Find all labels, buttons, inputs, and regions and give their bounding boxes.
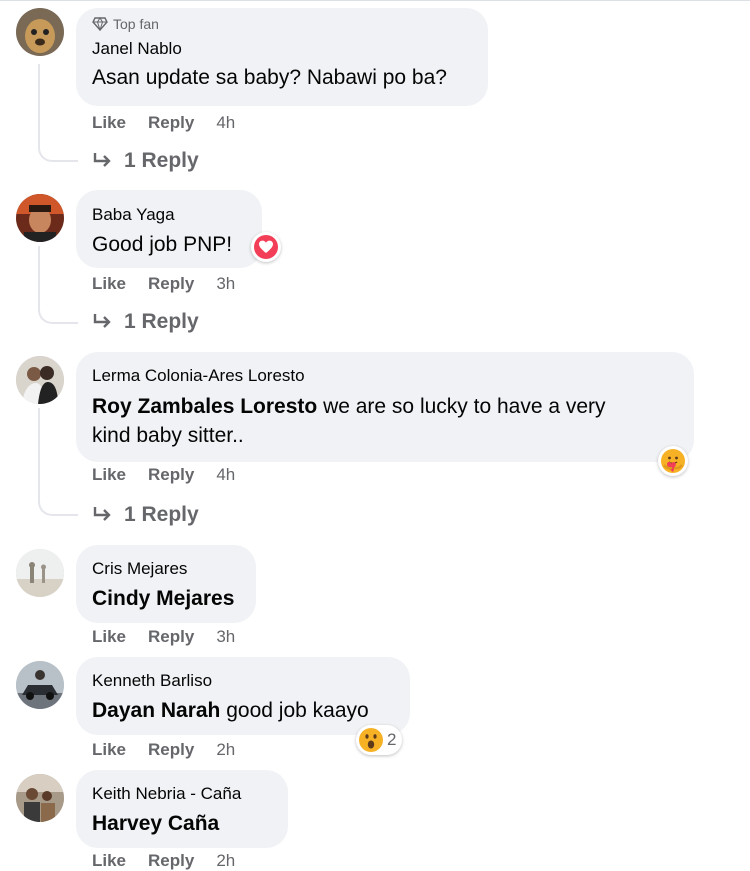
wow-icon — [359, 728, 383, 752]
reaction-summary[interactable]: 2 — [356, 725, 403, 755]
timestamp[interactable]: 2h — [216, 851, 235, 871]
avatar[interactable] — [16, 356, 64, 404]
replies-count: 1 Reply — [124, 149, 199, 172]
top-divider — [0, 0, 750, 1]
avatar[interactable] — [16, 661, 64, 709]
comment-text: Asan update sa baby? Nabawi po ba? — [92, 63, 472, 92]
comment-actions: Like Reply 2h — [92, 740, 235, 760]
comment-text: Good job PNP! — [92, 233, 233, 256]
comment-actions: Like Reply 4h — [92, 113, 235, 133]
avatar[interactable] — [16, 549, 64, 597]
comment-text-body: Asan update sa baby? Nabawi po ba? — [92, 66, 447, 89]
comment-text-body: we are so lucky to have a very — [317, 395, 606, 418]
mentioned-user[interactable]: Dayan Narah — [92, 699, 220, 722]
like-button[interactable]: Like — [92, 274, 126, 294]
comment-text: Dayan Narah good job kaayo — [92, 696, 394, 725]
comment-actions: Like Reply 2h — [92, 851, 235, 871]
replies-count: 1 Reply — [124, 503, 199, 526]
comment-actions: Like Reply 3h — [92, 274, 235, 294]
love-icon — [254, 235, 278, 259]
reply-arrow-icon — [93, 507, 111, 521]
timestamp[interactable]: 2h — [216, 740, 235, 760]
mentioned-user[interactable]: Harvey Caña — [92, 812, 219, 835]
view-replies-link[interactable]: 1 Reply — [92, 503, 199, 527]
view-replies-link[interactable]: 1 Reply — [92, 149, 199, 173]
comment-text-body: kind baby sitter.. — [92, 424, 244, 447]
comment-author[interactable]: Kenneth Barliso — [92, 670, 394, 692]
comment-bubble: Keith Nebria - Caña Harvey Caña — [76, 770, 288, 848]
timestamp[interactable]: 4h — [216, 113, 235, 133]
avatar[interactable] — [16, 8, 64, 56]
reaction-summary[interactable] — [658, 446, 688, 476]
diamond-icon — [92, 17, 108, 31]
comment-author[interactable]: Cris Mejares — [92, 558, 240, 580]
reply-button[interactable]: Reply — [148, 113, 194, 133]
comment-actions: Like Reply 3h — [92, 627, 235, 647]
thread-connector — [38, 408, 78, 516]
timestamp[interactable]: 3h — [216, 627, 235, 647]
reply-arrow-icon — [93, 153, 111, 167]
timestamp[interactable]: 4h — [216, 465, 235, 485]
avatar[interactable] — [16, 194, 64, 242]
view-replies-link[interactable]: 1 Reply — [92, 310, 199, 334]
care-icon — [661, 449, 685, 473]
comment-text: Roy Zambales Loresto we are so lucky to … — [92, 392, 678, 450]
like-button[interactable]: Like — [92, 465, 126, 485]
reply-button[interactable]: Reply — [148, 851, 194, 871]
like-button[interactable]: Like — [92, 627, 126, 647]
comment-text-body: good job kaayo — [220, 699, 369, 722]
comment-bubble: Top fan Janel Nablo Asan update sa baby?… — [76, 8, 488, 106]
reply-button[interactable]: Reply — [148, 740, 194, 760]
comment-bubble: Lerma Colonia-Ares Loresto Roy Zambales … — [76, 352, 694, 462]
reply-button[interactable]: Reply — [148, 465, 194, 485]
replies-count: 1 Reply — [124, 310, 199, 333]
comment-actions: Like Reply 4h — [92, 465, 235, 485]
mentioned-user[interactable]: Cindy Mejares — [92, 587, 234, 610]
comment-author[interactable]: Baba Yaga — [92, 204, 246, 226]
mentioned-user[interactable]: Roy Zambales Loresto — [92, 395, 317, 418]
badge-label: Top fan — [113, 16, 159, 32]
avatar[interactable] — [16, 774, 64, 822]
comment-bubble: Kenneth Barliso Dayan Narah good job kaa… — [76, 657, 410, 735]
comment-author[interactable]: Keith Nebria - Caña — [92, 783, 272, 805]
comment-author[interactable]: Janel Nablo — [92, 38, 472, 60]
comment-bubble: Cris Mejares Cindy Mejares — [76, 545, 256, 623]
comment-author[interactable]: Lerma Colonia-Ares Loresto — [92, 365, 678, 387]
reaction-count: 2 — [387, 730, 397, 749]
like-button[interactable]: Like — [92, 113, 126, 133]
comment-text: Harvey Caña — [92, 809, 272, 838]
reaction-summary[interactable] — [251, 232, 281, 262]
reply-button[interactable]: Reply — [148, 274, 194, 294]
like-button[interactable]: Like — [92, 851, 126, 871]
comment-text: Cindy Mejares — [92, 584, 240, 613]
reply-arrow-icon — [93, 314, 111, 328]
top-fan-badge: Top fan — [92, 15, 472, 33]
thread-connector — [38, 64, 78, 162]
thread-connector — [38, 246, 78, 324]
reply-button[interactable]: Reply — [148, 627, 194, 647]
like-button[interactable]: Like — [92, 740, 126, 760]
timestamp[interactable]: 3h — [216, 274, 235, 294]
comment-bubble: Baba Yaga Good job PNP! — [76, 190, 262, 268]
